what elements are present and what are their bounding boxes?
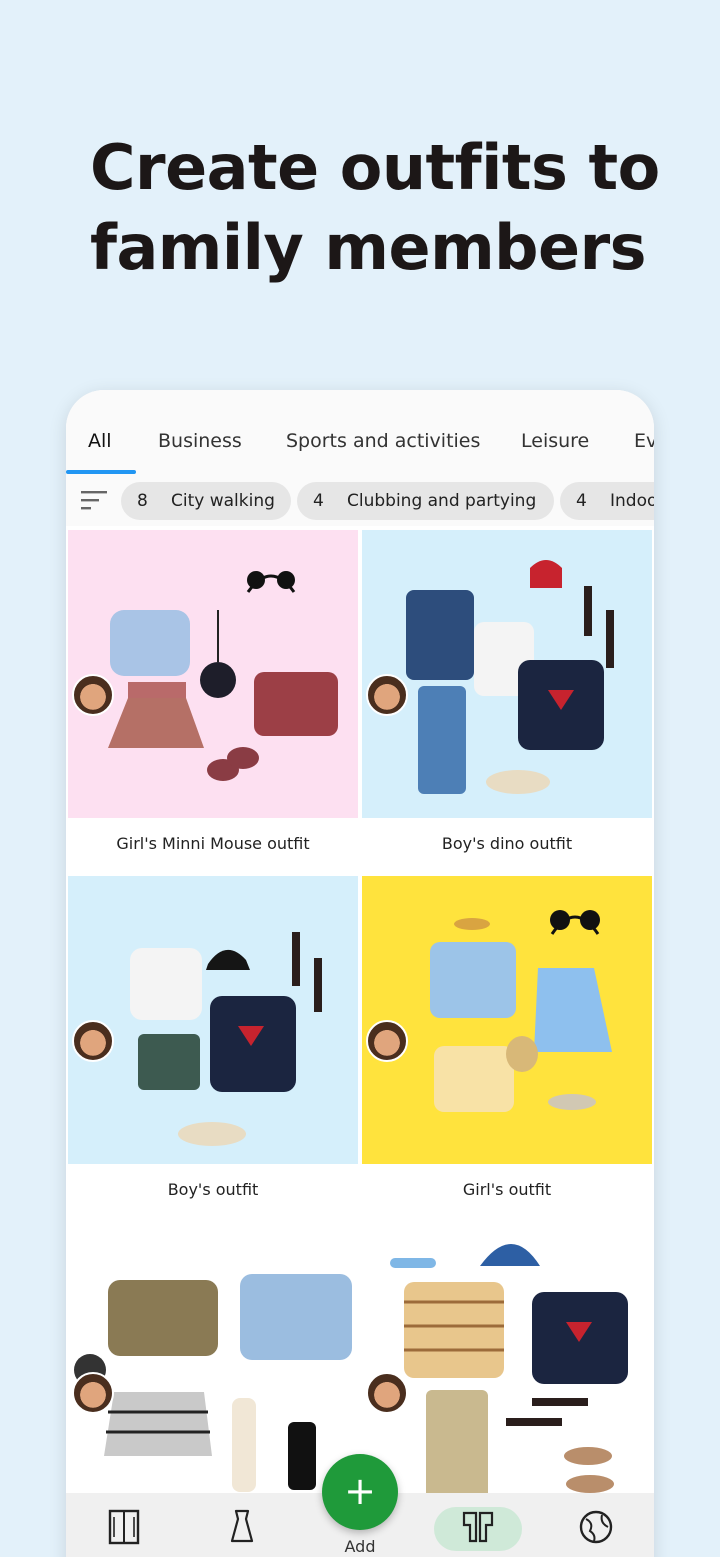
member-avatar: [366, 1372, 408, 1414]
chip-label: City walking: [171, 491, 275, 511]
tab-all[interactable]: All: [88, 430, 112, 452]
member-avatar: [366, 1020, 408, 1062]
headline: Create outfits to family members: [90, 131, 660, 284]
plus-icon: +: [344, 1469, 376, 1513]
member-avatar: [366, 674, 408, 716]
outfit-image: [362, 530, 652, 818]
member-avatar: [72, 1372, 114, 1414]
chip-city-walking[interactable]: 8 City walking: [121, 482, 291, 520]
chip-count: 8: [137, 491, 148, 511]
outfit-image: [68, 1222, 358, 1510]
phone-screen: All Business Sports and activities Leisu…: [66, 390, 654, 1557]
outfit-title: Girl's Minni Mouse outfit: [68, 818, 358, 870]
outfit-image: [362, 876, 652, 1164]
chip-clubbing-and-partying[interactable]: 4 Clubbing and partying: [297, 482, 554, 520]
member-avatar: [72, 674, 114, 716]
tab-leisure[interactable]: Leisure: [521, 430, 589, 452]
outfit-image: [362, 1222, 652, 1510]
tab-sports-and-activities[interactable]: Sports and activities: [286, 430, 480, 452]
globe-icon[interactable]: [576, 1507, 616, 1547]
chip-indoor[interactable]: 4 Indoo: [560, 482, 654, 520]
tab-business[interactable]: Business: [158, 430, 242, 452]
outfits-icon[interactable]: [458, 1507, 498, 1547]
member-avatar: [72, 1020, 114, 1062]
outfit-title: Boy's outfit: [68, 1164, 358, 1216]
outfit-image: [68, 530, 358, 818]
tab-events[interactable]: Ev: [634, 430, 654, 452]
category-tabs: All Business Sports and activities Leisu…: [66, 390, 654, 474]
dress-icon[interactable]: [222, 1507, 262, 1547]
filter-icon[interactable]: [80, 488, 108, 512]
outfit-title: Boy's dino outfit: [362, 818, 652, 870]
chip-label: Indoo: [610, 491, 654, 511]
chip-count: 4: [313, 491, 324, 511]
add-button[interactable]: +: [322, 1454, 398, 1530]
filter-chips-row: 8 City walking 4 Clubbing and partying 4…: [66, 474, 654, 526]
outfit-image: [68, 876, 358, 1164]
chip-count: 4: [576, 491, 587, 511]
outfit-title: Girl's outfit: [362, 1164, 652, 1216]
chip-label: Clubbing and partying: [347, 491, 537, 511]
wardrobe-icon[interactable]: [104, 1507, 144, 1547]
add-label: Add: [344, 1537, 376, 1556]
